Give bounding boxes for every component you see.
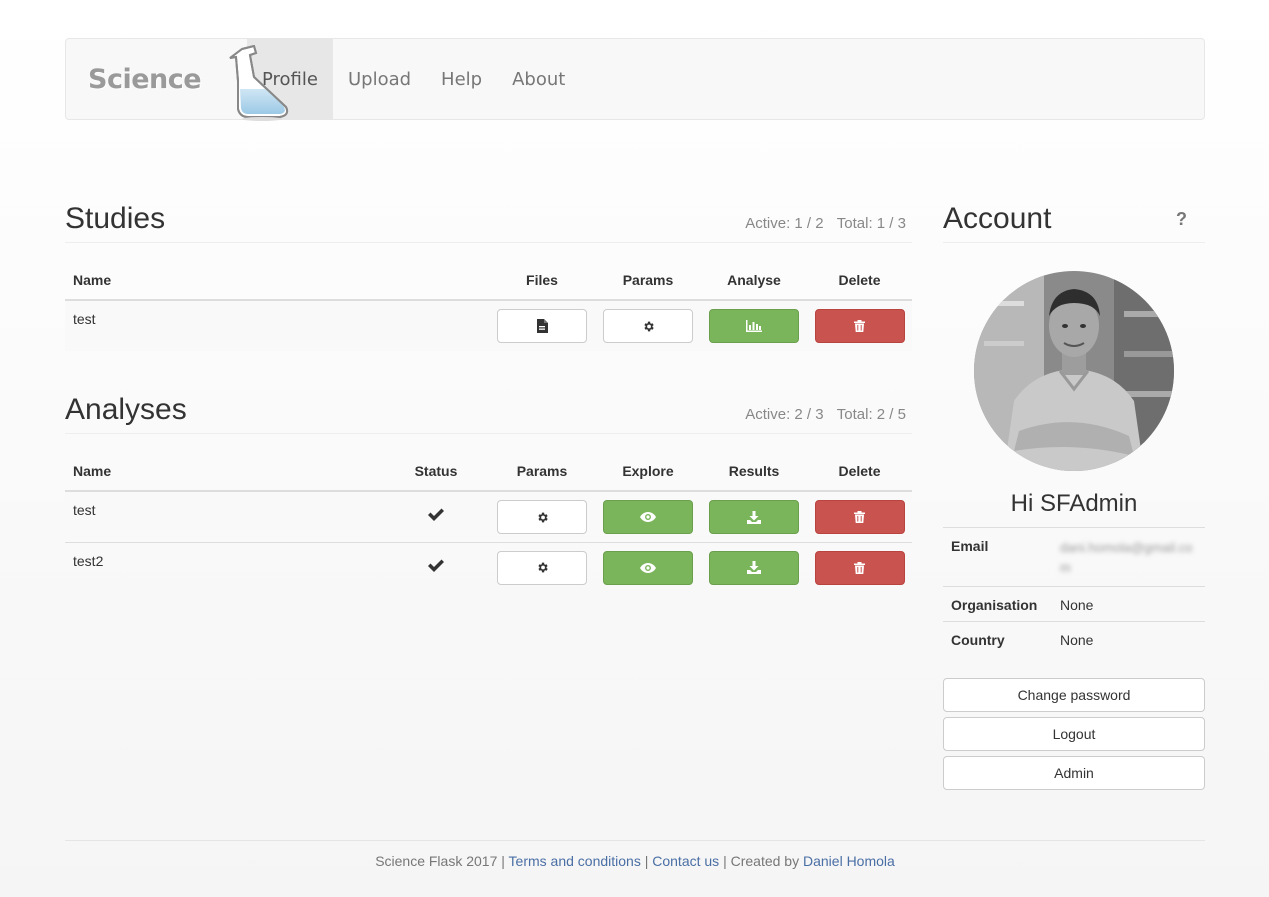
table-row: test2: [65, 541, 912, 593]
logout-button[interactable]: Logout: [943, 717, 1205, 751]
country-value: None: [1052, 621, 1205, 656]
account-title: Account: [943, 202, 1052, 235]
gear-icon: [537, 512, 548, 522]
country-label: Country: [943, 621, 1052, 656]
email-value: dani.homola@gmail.com: [1060, 540, 1193, 575]
params-button[interactable]: [497, 500, 587, 534]
navbar: Science Profile Upload Help About: [65, 38, 1205, 121]
change-password-button[interactable]: Change password: [943, 678, 1205, 712]
brand-name: Science: [88, 63, 202, 95]
download-icon: [747, 561, 761, 574]
download-icon: [747, 510, 761, 524]
admin-button[interactable]: Admin: [943, 756, 1205, 790]
col-delete: Delete: [807, 451, 912, 492]
footer-copyright: Science Flask 2017 |: [375, 853, 509, 869]
studies-header: Studies Active: 1 / 2 Total: 1 / 3: [65, 198, 912, 243]
analysis-name: test: [65, 491, 383, 542]
col-params: Params: [489, 451, 595, 492]
footer-created-by: | Created by: [719, 853, 803, 869]
explore-button[interactable]: [603, 550, 693, 585]
bar-chart-icon: [746, 320, 762, 332]
avatar: [974, 271, 1174, 471]
delete-button[interactable]: [814, 500, 905, 534]
nav-help[interactable]: Help: [426, 39, 497, 119]
help-question-icon[interactable]: ?: [1176, 209, 1187, 230]
studies-table: Name Files Params Analyse Delete test: [65, 260, 912, 351]
table-row: test: [65, 300, 912, 351]
nav-upload[interactable]: Upload: [333, 39, 426, 119]
analyse-button[interactable]: [709, 309, 799, 343]
trash-icon: [854, 561, 865, 574]
table-row: test: [65, 491, 912, 542]
results-download-button[interactable]: [709, 500, 799, 534]
avatar-photo: [974, 271, 1174, 471]
analysis-name: test2: [65, 541, 383, 593]
col-results: Results: [701, 451, 807, 492]
params-button[interactable]: [497, 550, 587, 585]
files-button[interactable]: [497, 309, 587, 343]
analyses-header: Analyses Active: 2 / 3 Total: 2 / 5: [65, 389, 912, 434]
analyses-title: Analyses: [65, 393, 187, 426]
email-label: Email: [943, 527, 1052, 587]
check-icon: [428, 508, 444, 521]
footer-separator: |: [640, 853, 653, 869]
info-row-country: Country None: [943, 621, 1205, 656]
results-download-button[interactable]: [709, 550, 799, 585]
study-name: test: [65, 300, 489, 351]
col-name: Name: [65, 451, 383, 492]
analyses-stats: Active: 2 / 3 Total: 2 / 5: [736, 406, 912, 433]
check-icon: [428, 559, 444, 572]
col-params: Params: [595, 260, 701, 301]
gear-icon: [537, 562, 548, 573]
file-icon: [537, 319, 548, 333]
author-link[interactable]: Daniel Homola: [803, 853, 895, 869]
delete-button[interactable]: [814, 309, 905, 343]
delete-button[interactable]: [814, 550, 905, 585]
analyses-active-count: Active: 2 / 3: [745, 406, 824, 423]
terms-link[interactable]: Terms and conditions: [509, 853, 641, 869]
eye-icon: [640, 562, 656, 573]
studies-stats: Active: 1 / 2 Total: 1 / 3: [736, 215, 912, 242]
account-info-table: Email dani.homola@gmail.com Organisation…: [943, 527, 1205, 656]
organisation-label: Organisation: [943, 586, 1052, 622]
studies-title: Studies: [65, 202, 166, 235]
eye-icon: [640, 512, 656, 522]
analyses-table: Name Status Params Explore Results Delet…: [65, 451, 912, 593]
organisation-value: None: [1052, 586, 1205, 622]
col-analyse: Analyse: [701, 260, 807, 301]
studies-total-count: Total: 1 / 3: [836, 215, 906, 232]
col-name: Name: [65, 260, 489, 301]
table-header-row: Name Files Params Analyse Delete: [65, 260, 912, 301]
col-files: Files: [489, 260, 595, 301]
analyses-total-count: Total: 2 / 5: [836, 406, 906, 423]
contact-link[interactable]: Contact us: [652, 853, 719, 869]
studies-active-count: Active: 1 / 2: [745, 215, 824, 232]
table-header-row: Name Status Params Explore Results Delet…: [65, 451, 912, 492]
footer: Science Flask 2017 | Terms and condition…: [65, 840, 1205, 880]
greeting: Hi SFAdmin: [1010, 490, 1138, 517]
explore-button[interactable]: [603, 500, 693, 534]
info-row-organisation: Organisation None: [943, 586, 1205, 622]
brand-logo[interactable]: Science: [66, 39, 289, 121]
info-row-email: Email dani.homola@gmail.com: [943, 527, 1205, 587]
col-status: Status: [383, 451, 489, 492]
col-explore: Explore: [595, 451, 701, 492]
trash-icon: [854, 511, 865, 523]
params-button[interactable]: [603, 309, 693, 343]
account-header: Account: [943, 198, 1205, 243]
col-delete: Delete: [807, 260, 912, 301]
nav-about[interactable]: About: [497, 39, 580, 119]
gear-icon: [643, 321, 654, 331]
trash-icon: [854, 320, 865, 332]
